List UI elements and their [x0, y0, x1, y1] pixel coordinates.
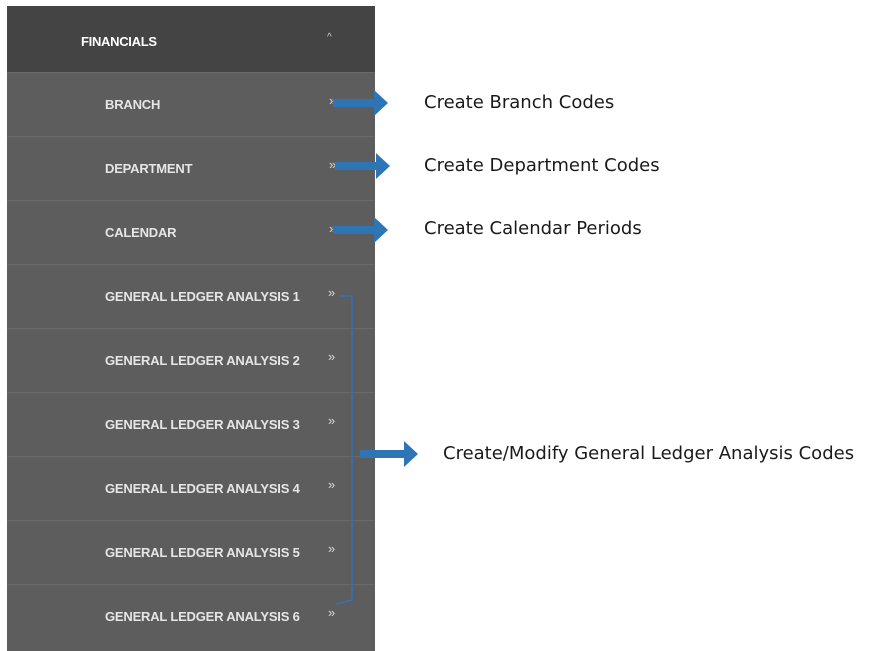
annotation-calendar: Create Calendar Periods — [424, 218, 642, 239]
annotation-department: Create Department Codes — [424, 155, 660, 176]
arrow-calendar-icon — [333, 217, 388, 243]
gl-analysis-bracket — [335, 295, 353, 605]
arrow-department-icon — [335, 153, 390, 179]
arrow-gl-analysis-icon — [360, 441, 418, 467]
arrow-branch-icon — [333, 90, 388, 116]
annotation-gl-analysis: Create/Modify General Ledger Analysis Co… — [443, 443, 855, 464]
annotation-branch: Create Branch Codes — [424, 92, 615, 113]
